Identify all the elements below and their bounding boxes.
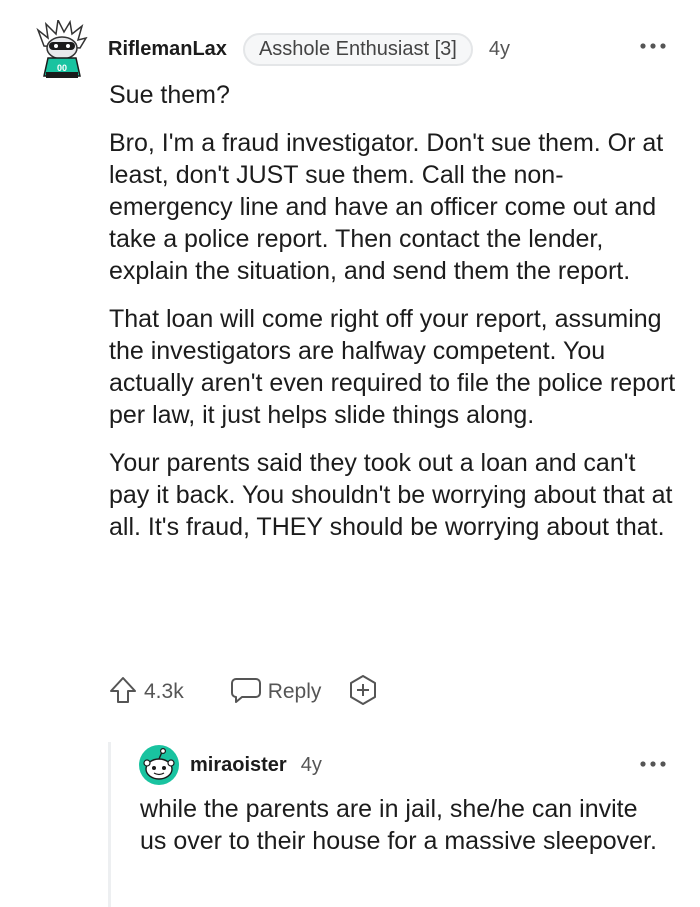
reply-label: Reply xyxy=(267,680,322,703)
award-button[interactable] xyxy=(347,674,379,711)
reply-button[interactable]: Reply xyxy=(230,676,322,709)
reply-header: miraoister 4y xyxy=(190,748,322,782)
comment-paragraph: That loan will come right off your repor… xyxy=(109,305,676,429)
comment-body: Sue them? Bro, I'm a fraud investigator.… xyxy=(109,79,679,559)
reply-body: while the parents are in jail, she/he ca… xyxy=(140,795,657,855)
comment-username[interactable]: RiflemanLax xyxy=(108,38,227,61)
upvote-arrow-icon[interactable] xyxy=(108,675,138,710)
more-options-icon[interactable] xyxy=(637,36,669,56)
comment-actions: 4.3k Reply xyxy=(108,674,379,710)
upvote-button[interactable]: 4.3k xyxy=(108,675,184,710)
jersey-number: 00 xyxy=(57,63,67,73)
comment-paragraph: Your parents said they took out a loan a… xyxy=(109,449,673,541)
comment-paragraph: Sue them? xyxy=(109,81,230,109)
comment-paragraph: Bro, I'm a fraud investigator. Don't sue… xyxy=(109,129,664,285)
reply-username[interactable]: miraoister xyxy=(190,754,287,777)
comment-header: RiflemanLax Asshole Enthusiast [3] 4y xyxy=(108,30,510,68)
snoo-avatar-icon[interactable]: 00 xyxy=(36,17,88,80)
comment-age: 4y xyxy=(488,37,510,60)
user-flair: Asshole Enthusiast [3] xyxy=(242,32,473,66)
thread-line[interactable] xyxy=(108,742,111,907)
reply-age: 4y xyxy=(300,753,322,776)
upvote-count: 4.3k xyxy=(144,680,184,703)
comment-bubble-icon[interactable] xyxy=(230,676,262,709)
award-plus-icon[interactable] xyxy=(347,674,379,711)
reddit-snoo-avatar-icon[interactable] xyxy=(138,744,180,786)
reply-more-options-icon[interactable] xyxy=(637,754,669,774)
